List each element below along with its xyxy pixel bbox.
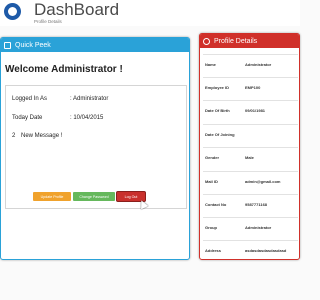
profile-row: Mail ID admin@gmail.com (203, 171, 298, 191)
profile-value: asdasdasdasdasdasd (245, 248, 287, 253)
today-date-label: Today Date (12, 115, 43, 121)
profile-row: Name Administrator (203, 54, 298, 74)
message-label: New Message ! (21, 133, 63, 139)
profile-details-header: Profile Details (200, 34, 299, 48)
today-date-value: : 10/04/2015 (70, 115, 104, 121)
profile-key: Mail ID (205, 179, 218, 184)
logged-in-label: Logged In As (12, 96, 48, 102)
profile-row: Gender Male (203, 147, 298, 167)
quick-peek-title: Quick Peek (15, 41, 51, 49)
message-row[interactable]: 2 New Message ! (12, 133, 62, 139)
profile-value: Administrator (245, 62, 272, 67)
profile-row: Date Of Joining (203, 124, 298, 144)
today-date-row: Today Date : 10/04/2015 (12, 115, 103, 121)
profile-key: Name (205, 62, 216, 67)
app-subtitle: Profile Details (34, 19, 62, 24)
profile-value: 9587771168 (245, 202, 268, 207)
change-password-button[interactable]: Change Password (73, 192, 115, 201)
app-header: DashBoard Profile Details (0, 0, 300, 26)
profile-key: Group (205, 225, 217, 230)
profile-row: Date Of Birth 09/01/1981 (203, 100, 298, 120)
app-title: DashBoard (34, 0, 120, 19)
profile-key: Date Of Birth (205, 108, 230, 113)
info-box: Logged In As : Administrator Today Date : … (5, 85, 187, 210)
profile-row: Contact No 9587771168 (203, 194, 298, 214)
profile-value: admin@gmail.com (245, 179, 281, 184)
quick-peek-header: Quick Peek (1, 38, 189, 52)
profile-value: EMP100 (245, 85, 261, 90)
profile-key: Address (205, 248, 222, 253)
profile-details-panel: Profile Details Name Administrator Emplo… (199, 33, 300, 260)
profile-value: Administrator (245, 225, 272, 230)
logged-in-row: Logged In As : Administrator (12, 96, 108, 102)
profile-details-title: Profile Details (214, 37, 258, 45)
profile-key: Employee ID (205, 85, 230, 90)
panel-icon (4, 41, 11, 49)
dashboard-logo-icon (4, 3, 21, 20)
profile-row: Group Administrator (203, 217, 298, 237)
profile-key: Date Of Joining (205, 132, 235, 137)
message-count: 2 (12, 133, 16, 139)
profile-icon (203, 37, 210, 45)
profile-key: Gender (205, 155, 220, 160)
profile-row: Employee ID EMP100 (203, 77, 298, 97)
profile-value: 09/01/1981 (245, 108, 266, 113)
welcome-heading: Welcome Administrator ! (5, 64, 123, 75)
mouse-cursor-icon (137, 198, 149, 210)
logged-in-value: : Administrator (70, 96, 109, 102)
update-profile-button[interactable]: Update Profile (33, 192, 71, 201)
quick-peek-panel: Quick Peek Welcome Administrator ! Logge… (0, 37, 190, 260)
profile-key: Contact No (205, 202, 227, 207)
profile-row: Address asdasdasdasdasdasd (203, 240, 298, 259)
profile-value: Male (245, 155, 254, 160)
